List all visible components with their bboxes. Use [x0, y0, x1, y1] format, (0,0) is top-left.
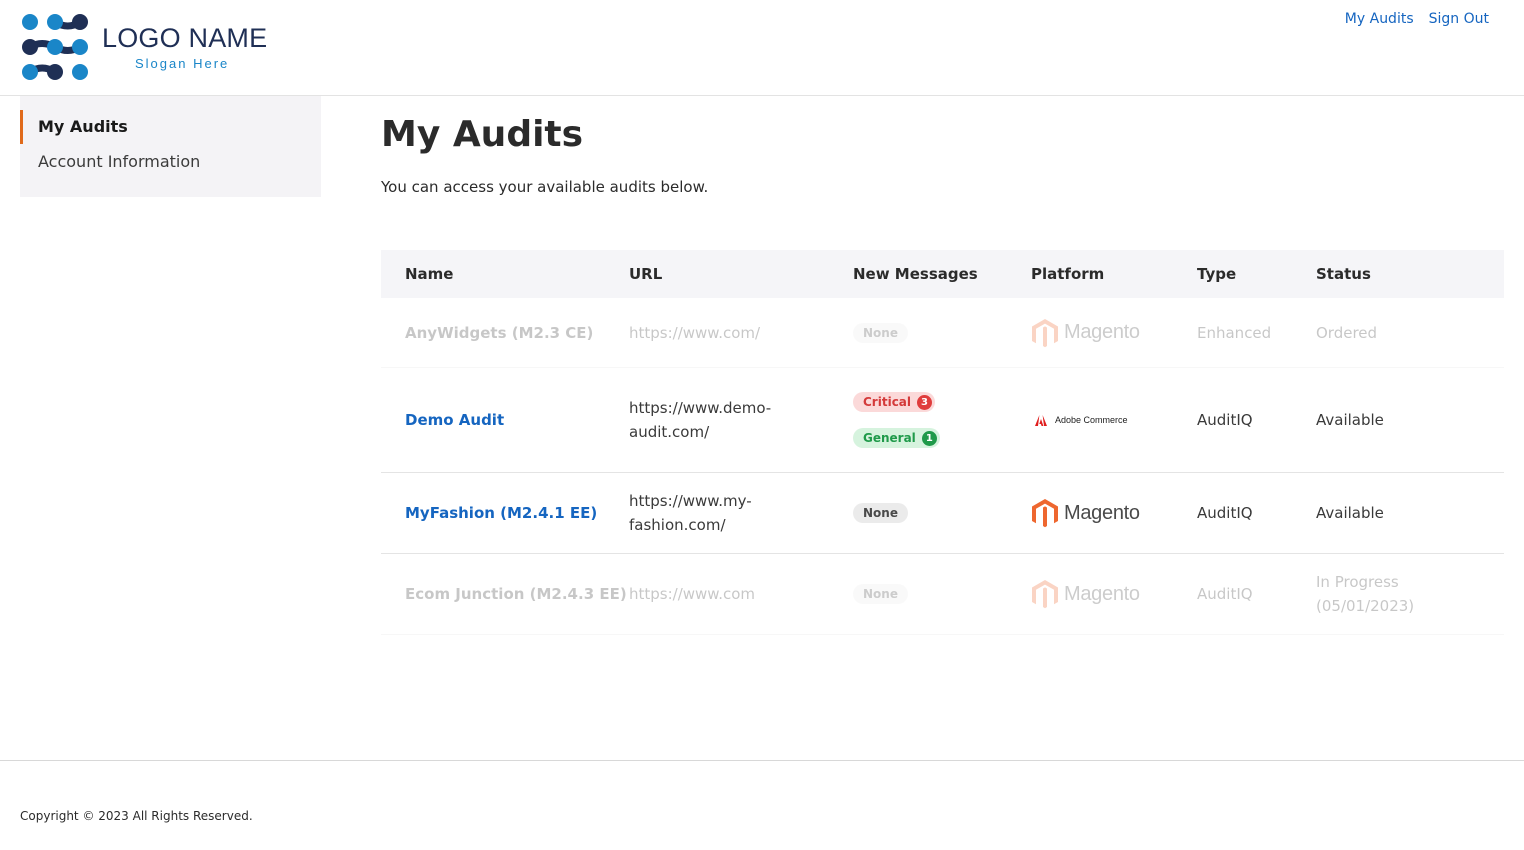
header-new-messages: New Messages	[853, 265, 978, 283]
messages-critical-badge[interactable]: Critical 3	[853, 392, 936, 412]
platform-magento: Magento	[1031, 318, 1197, 348]
audit-status: Ordered	[1316, 323, 1378, 342]
messages-none-badge: None	[853, 322, 908, 343]
page-subtitle: You can access your available audits bel…	[381, 178, 709, 196]
magento-icon	[1032, 580, 1058, 609]
table-row: Ecom Junction (M2.4.3 EE) https://www.co…	[381, 554, 1504, 635]
platform-label: Adobe Commerce	[1055, 415, 1128, 425]
audit-status: Available	[1316, 504, 1384, 522]
table-row: AnyWidgets (M2.3 CE) https://www.com/ No…	[381, 298, 1504, 368]
critical-count: 3	[917, 394, 933, 410]
platform-adobe-commerce: Adobe Commerce	[1035, 414, 1197, 426]
copyright-text: Copyright © 2023 All Rights Reserved.	[20, 809, 253, 823]
audit-url: https://www.demo-audit.com/	[629, 399, 772, 441]
top-nav: My Audits Sign Out	[1345, 11, 1489, 27]
audit-status: Available	[1316, 411, 1384, 429]
messages-none-badge: None	[853, 584, 908, 604]
header-platform: Platform	[1031, 265, 1105, 283]
magento-icon	[1032, 499, 1058, 528]
table-row[interactable]: MyFashion (M2.4.1 EE) https://www.my-fas…	[381, 473, 1504, 554]
general-count: 1	[921, 430, 937, 446]
platform-label: Magento	[1064, 501, 1140, 524]
audit-url: https://www.com	[629, 585, 755, 603]
sidebar-item-account-information[interactable]: Account Information	[20, 144, 321, 180]
header-name: Name	[405, 265, 454, 283]
audit-name: AnyWidgets (M2.3 CE)	[405, 323, 594, 342]
header: LOGO NAME Slogan Here My Audits Sign Out	[0, 0, 1524, 96]
audit-type: AuditIQ	[1197, 411, 1253, 429]
magento-icon	[1032, 318, 1058, 347]
audit-name-link[interactable]: Demo Audit	[405, 411, 504, 429]
sidebar-item-my-audits[interactable]: My Audits	[20, 110, 321, 144]
page-title: My Audits	[381, 114, 584, 155]
audit-type: AuditIQ	[1197, 585, 1253, 603]
messages-general-badge[interactable]: General 1	[853, 428, 940, 448]
header-url: URL	[629, 265, 663, 283]
table-row[interactable]: Demo Audit https://www.demo-audit.com/ C…	[381, 368, 1504, 473]
table-header: Name URL New Messages Platform Type Stat…	[381, 250, 1504, 298]
logo-mark-icon	[22, 14, 88, 80]
sidebar: My Audits Account Information	[20, 96, 321, 197]
adobe-icon	[1035, 414, 1047, 426]
footer: Copyright © 2023 All Rights Reserved.	[0, 760, 1524, 850]
audit-type: Enhanced	[1197, 323, 1272, 342]
header-type: Type	[1197, 265, 1237, 283]
platform-label: Magento	[1064, 321, 1140, 343]
platform-magento: Magento	[1031, 498, 1197, 528]
platform-magento: Magento	[1031, 579, 1197, 609]
platform-label: Magento	[1064, 582, 1140, 605]
audit-name-link[interactable]: MyFashion (M2.4.1 EE)	[405, 504, 597, 522]
messages-none-badge: None	[853, 503, 908, 523]
logo-slogan: Slogan Here	[135, 56, 230, 71]
top-nav-my-audits-link[interactable]: My Audits	[1345, 11, 1414, 27]
critical-label: Critical	[863, 395, 912, 409]
audit-name: Ecom Junction (M2.4.3 EE)	[405, 585, 627, 603]
audits-table: Name URL New Messages Platform Type Stat…	[381, 250, 1504, 635]
logo[interactable]: LOGO NAME Slogan Here	[20, 12, 267, 86]
audit-url: https://www.my-fashion.com/	[629, 492, 752, 534]
audit-url: https://www.com/	[629, 323, 761, 342]
audit-status: In Progress (05/01/2023)	[1316, 573, 1415, 615]
header-status: Status	[1316, 265, 1371, 283]
logo-name: LOGO NAME	[102, 23, 268, 53]
top-nav-sign-out-link[interactable]: Sign Out	[1429, 11, 1489, 27]
general-label: General	[863, 431, 916, 445]
audit-type: AuditIQ	[1197, 504, 1253, 522]
